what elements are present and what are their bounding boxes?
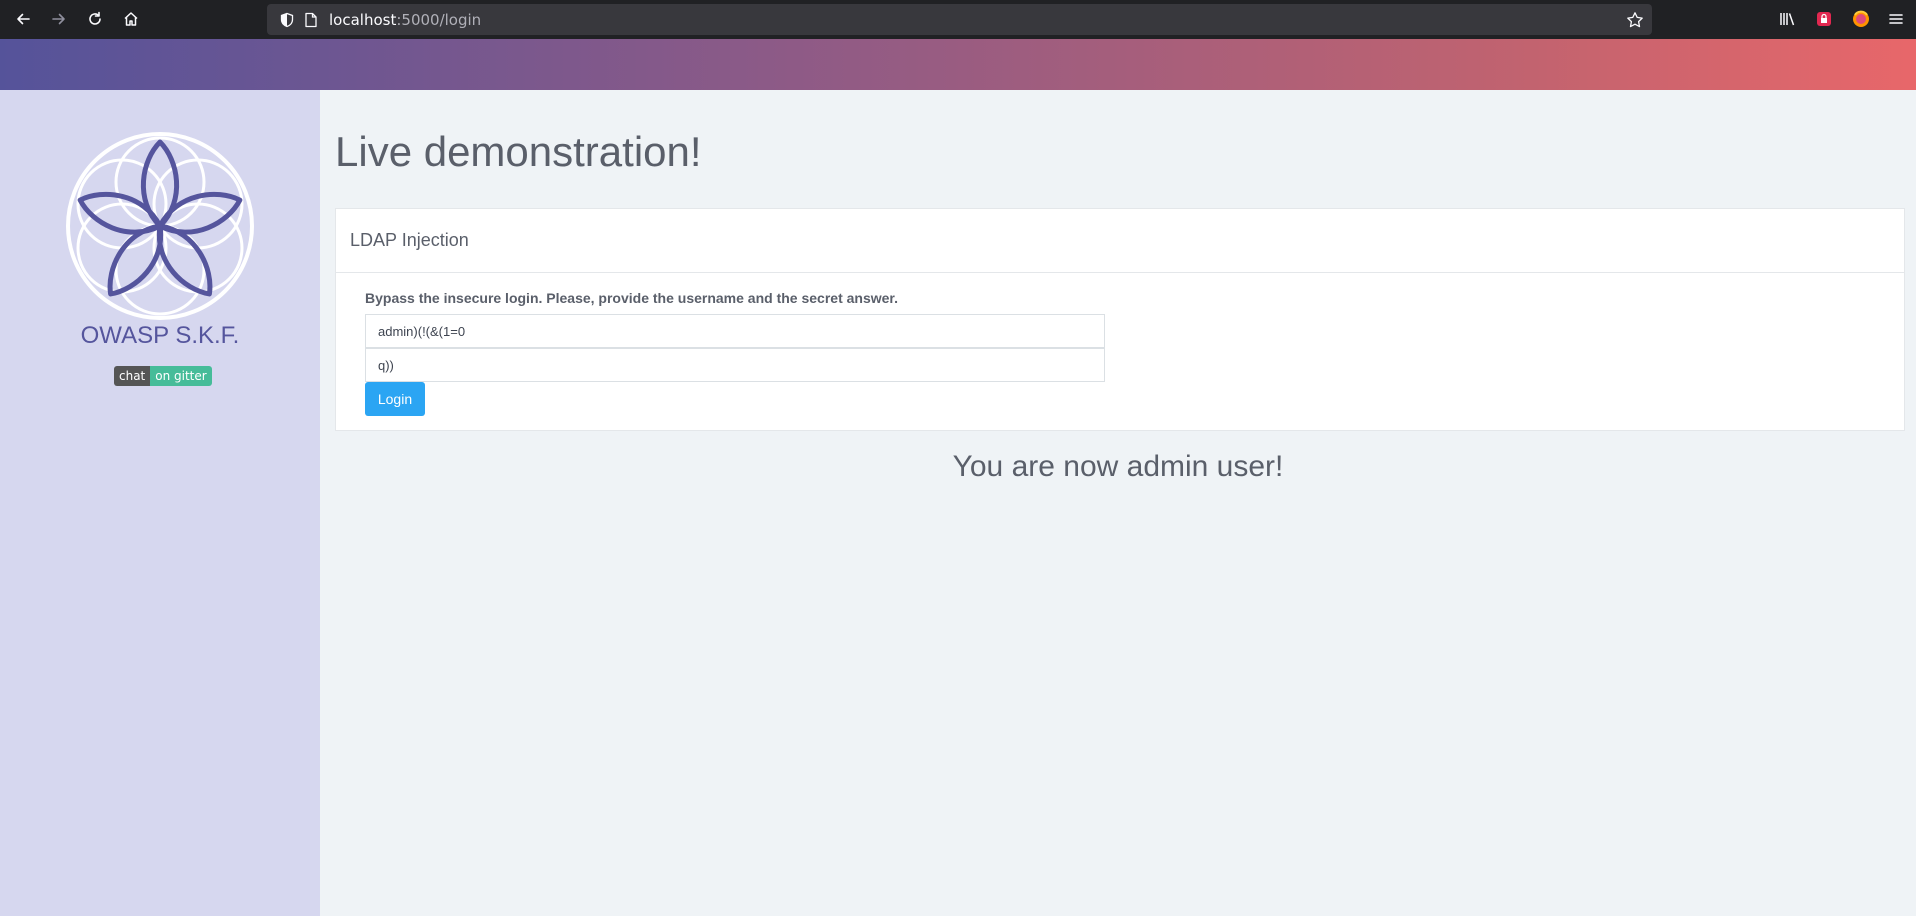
gitter-chat-badge[interactable]: chat on gitter (114, 366, 212, 386)
browser-toolbar: localhost:5000/login (0, 0, 1916, 39)
site-header (0, 39, 1916, 90)
shield-icon[interactable] (279, 12, 295, 28)
url-bar[interactable]: localhost:5000/login (267, 4, 1652, 35)
username-input[interactable] (365, 314, 1105, 348)
reload-icon[interactable] (81, 5, 109, 33)
url-path: :5000/login (396, 11, 482, 29)
login-button[interactable]: Login (365, 382, 425, 416)
page-icon (305, 12, 317, 28)
extension-icon[interactable] (1815, 8, 1833, 30)
url-host: localhost (329, 11, 397, 29)
badge-label-left: chat (114, 366, 151, 386)
forward-arrow-icon[interactable] (45, 5, 73, 33)
instructions-text: Bypass the insecure login. Please, provi… (365, 290, 898, 306)
menu-icon[interactable] (1887, 8, 1905, 30)
url-text[interactable]: localhost:5000/login (329, 11, 481, 29)
back-arrow-icon[interactable] (9, 5, 37, 33)
badge-label-right: on gitter (150, 366, 212, 386)
firefox-account-icon[interactable] (1851, 8, 1871, 30)
card-header: LDAP Injection (336, 209, 1904, 273)
challenge-card: LDAP Injection Bypass the insecure login… (335, 208, 1905, 431)
home-icon[interactable] (117, 5, 145, 33)
sidebar: OWASP S.K.F. chat on gitter (0, 90, 320, 916)
brand-name: OWASP S.K.F. (80, 322, 240, 349)
result-message: You are now admin user! (952, 450, 1284, 483)
secret-answer-input[interactable] (365, 348, 1105, 382)
page-title: Live demonstration! (335, 128, 702, 175)
library-icon[interactable] (1778, 8, 1796, 30)
star-icon[interactable] (1626, 11, 1644, 29)
owasp-skf-logo-icon (66, 132, 254, 320)
